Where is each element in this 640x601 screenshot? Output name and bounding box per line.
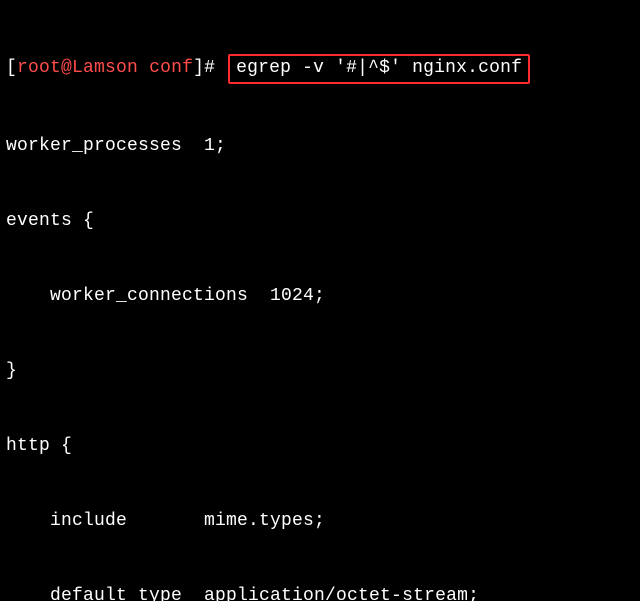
output-line: } bbox=[6, 359, 634, 384]
output-line: worker_processes 1; bbox=[6, 134, 634, 159]
output-line: default_type application/octet-stream; bbox=[6, 584, 634, 601]
output-line: include mime.types; bbox=[6, 509, 634, 534]
prompt-cwd: conf bbox=[149, 58, 193, 78]
prompt-user-host: root@Lamson bbox=[17, 58, 138, 78]
output-line: http { bbox=[6, 434, 634, 459]
output-line: worker_connections 1024; bbox=[6, 284, 634, 309]
command-text: egrep -v '#|^$' nginx.conf bbox=[236, 58, 522, 78]
terminal[interactable]: [root@Lamson conf]# egrep -v '#|^$' ngin… bbox=[0, 0, 640, 601]
command-line: [root@Lamson conf]# egrep -v '#|^$' ngin… bbox=[6, 54, 634, 84]
prompt-open-bracket: [ bbox=[6, 58, 17, 78]
prompt-close-bracket: ] bbox=[193, 58, 204, 78]
command-highlight-box: egrep -v '#|^$' nginx.conf bbox=[228, 54, 530, 84]
output-line: events { bbox=[6, 209, 634, 234]
prompt-hash: # bbox=[204, 58, 226, 78]
prompt-space bbox=[138, 58, 149, 78]
